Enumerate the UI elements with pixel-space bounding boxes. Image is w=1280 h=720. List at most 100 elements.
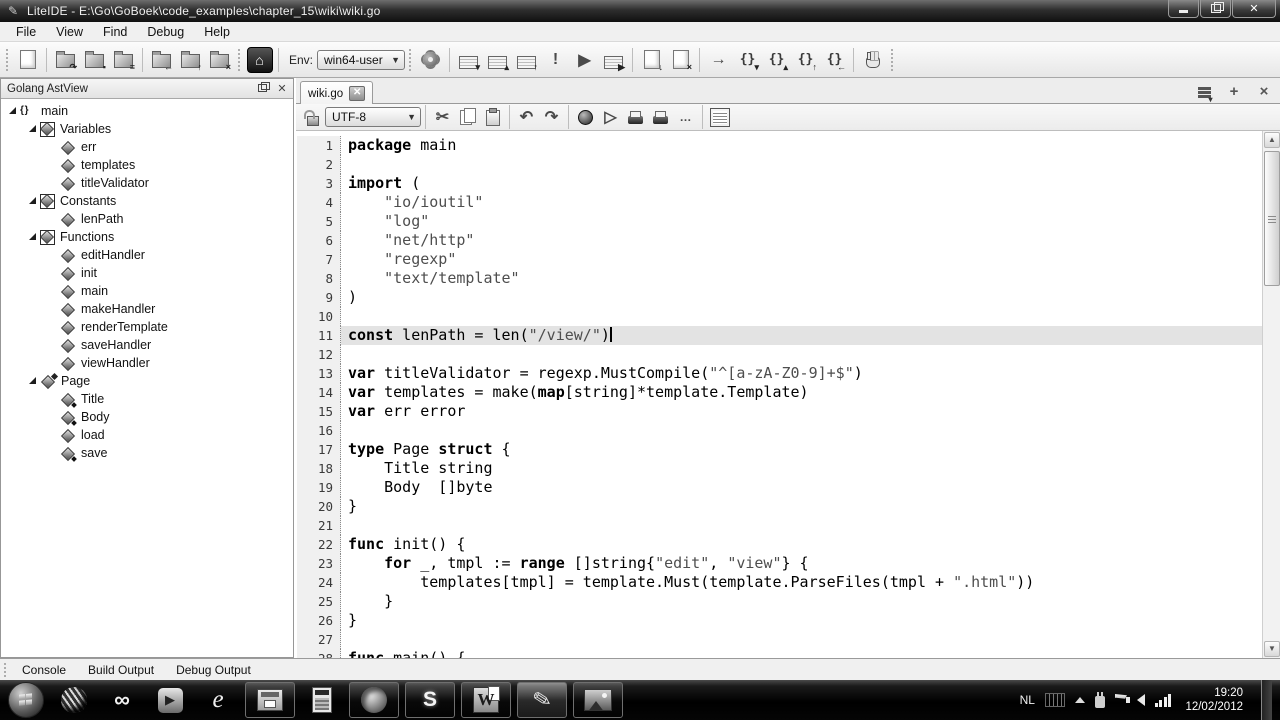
taskbar-button-photoviewer[interactable] — [573, 682, 623, 718]
expand-arrow-icon[interactable] — [27, 231, 39, 243]
restore-button[interactable] — [1200, 0, 1231, 18]
new-file-button[interactable] — [14, 47, 41, 73]
undo-button[interactable]: ↶ — [515, 106, 538, 128]
run-file-button[interactable]: ▶ — [600, 47, 627, 73]
taskbar-button-explorer[interactable] — [245, 682, 295, 718]
code-line-26[interactable]: 26} — [297, 611, 1262, 630]
code-line-14[interactable]: 14var templates = make(map[string]*templ… — [297, 383, 1262, 402]
network-signal-icon[interactable] — [1155, 693, 1172, 707]
astview-item-Title[interactable]: Title — [1, 390, 293, 408]
fold-brace-down-button[interactable]: {}▾ — [734, 47, 761, 73]
code-line-17[interactable]: 17type Page struct { — [297, 440, 1262, 459]
code-line-6[interactable]: 6 "net/http" — [297, 231, 1262, 250]
taskbar-button-infinity[interactable]: ∞ — [101, 682, 143, 718]
save-all-button[interactable]: ≡ — [110, 47, 137, 73]
astview-item-titleValidator[interactable]: titleValidator — [1, 174, 293, 192]
expand-arrow-icon[interactable] — [27, 195, 39, 207]
code-line-23[interactable]: 23 for _, tmpl := range []string{"edit",… — [297, 554, 1262, 573]
minimize-button[interactable] — [1168, 0, 1199, 18]
code-line-19[interactable]: 19 Body []byte — [297, 478, 1262, 497]
menu-find[interactable]: Find — [93, 23, 137, 41]
code-line-24[interactable]: 24 templates[tmpl] = template.Must(templ… — [297, 573, 1262, 592]
taskbar-button-calculator[interactable] — [301, 682, 343, 718]
code-line-12[interactable]: 12 — [297, 345, 1262, 364]
jump-to-declaration-button[interactable]: → — [705, 47, 732, 73]
code-line-20[interactable]: 20} — [297, 497, 1262, 516]
power-icon[interactable] — [1095, 696, 1105, 708]
float-panel-button[interactable] — [254, 81, 270, 95]
astview-item-lenPath[interactable]: lenPath — [1, 210, 293, 228]
cut-button[interactable]: ✂ — [431, 106, 454, 128]
menu-debug[interactable]: Debug — [137, 23, 194, 41]
build-install-button[interactable]: ↑ — [513, 47, 540, 73]
lock-button[interactable] — [301, 106, 324, 128]
show-desktop-button[interactable] — [1261, 680, 1272, 720]
code-line-25[interactable]: 25 } — [297, 592, 1262, 611]
pan-hand-button[interactable] — [859, 47, 886, 73]
code-line-11[interactable]: 11const lenPath = len("/view/") — [297, 326, 1262, 345]
run-button[interactable]: ▶ — [571, 47, 598, 73]
scrollbar-thumb[interactable] — [1264, 151, 1280, 286]
taskbar-button-liteide[interactable]: ✎ — [517, 682, 567, 718]
taskbar-button-ie[interactable]: e — [197, 682, 239, 718]
astview-item-Functions[interactable]: Functions — [1, 228, 293, 246]
home-button[interactable]: ⌂ — [246, 47, 273, 73]
code-line-27[interactable]: 27 — [297, 630, 1262, 649]
code-line-18[interactable]: 18 Title string — [297, 459, 1262, 478]
astview-item-viewHandler[interactable]: viewHandler — [1, 354, 293, 372]
astview-item-main[interactable]: main — [1, 102, 293, 120]
code-line-13[interactable]: 13var titleValidator = regexp.MustCompil… — [297, 364, 1262, 383]
goto-brace-button[interactable]: {}← — [821, 47, 848, 73]
print-button[interactable] — [624, 106, 647, 128]
title-bar[interactable]: ✎ LiteIDE - E:\Go\GoBoek\code_examples\c… — [0, 0, 1280, 22]
close-button[interactable]: ✕ — [1232, 0, 1276, 18]
build-error-button[interactable]: ! — [542, 47, 569, 73]
astview-item-editHandler[interactable]: editHandler — [1, 246, 293, 264]
expand-arrow-icon[interactable] — [27, 375, 39, 387]
unfold-brace-button[interactable]: {}↑ — [792, 47, 819, 73]
code-line-9[interactable]: 9) — [297, 288, 1262, 307]
code-line-4[interactable]: 4 "io/ioutil" — [297, 193, 1262, 212]
code-line-22[interactable]: 22func init() { — [297, 535, 1262, 554]
build-edit-button[interactable]: ▴ — [484, 47, 511, 73]
toolbar-drag-handle[interactable] — [5, 48, 10, 72]
output-bar-handle[interactable] — [3, 662, 8, 678]
build-get-button[interactable]: ▾ — [455, 47, 482, 73]
menu-help[interactable]: Help — [194, 23, 240, 41]
code-line-7[interactable]: 7 "regexp" — [297, 250, 1262, 269]
astview-item-makeHandler[interactable]: makeHandler — [1, 300, 293, 318]
code-line-3[interactable]: 3import ( — [297, 174, 1262, 193]
print-preview-button[interactable] — [649, 106, 672, 128]
show-hidden-icons-icon[interactable] — [1075, 697, 1085, 703]
astview-item-load[interactable]: load — [1, 426, 293, 444]
astview-item-templates[interactable]: templates — [1, 156, 293, 174]
astview-item-Constants[interactable]: Constants — [1, 192, 293, 210]
scroll-up-icon[interactable]: ▲ — [1264, 132, 1280, 148]
astview-item-saveHandler[interactable]: saveHandler — [1, 336, 293, 354]
volume-icon[interactable] — [1137, 694, 1145, 706]
code-editor[interactable]: 1package main23import (4 "io/ioutil"5 "l… — [297, 131, 1262, 658]
record-macro-button[interactable] — [574, 106, 597, 128]
taskbar-button-firefox[interactable] — [349, 682, 399, 718]
tab-wiki-go[interactable]: wiki.go ✕ — [300, 81, 373, 106]
code-line-15[interactable]: 15var err error — [297, 402, 1262, 421]
toolbar-drag-handle[interactable] — [237, 48, 242, 72]
open-file-button[interactable]: ↷ — [52, 47, 79, 73]
new-tab-button[interactable]: + — [1222, 81, 1246, 101]
encoding-select[interactable]: UTF-8▼ — [325, 107, 421, 127]
astview-item-Variables[interactable]: Variables — [1, 120, 293, 138]
code-line-8[interactable]: 8 "text/template" — [297, 269, 1262, 288]
code-line-16[interactable]: 16 — [297, 421, 1262, 440]
export-html-button[interactable]: ▷ — [599, 106, 622, 128]
options-gear-button[interactable] — [417, 47, 444, 73]
editor-scrollbar[interactable]: ▲ ▼ — [1262, 131, 1280, 658]
more-options-button[interactable]: … — [674, 106, 697, 128]
astview-item-Body[interactable]: Body — [1, 408, 293, 426]
revert-file-button[interactable]: ← — [148, 47, 175, 73]
paste-button[interactable] — [481, 106, 504, 128]
output-tab-build-output[interactable]: Build Output — [77, 661, 165, 679]
expand-arrow-icon[interactable] — [7, 105, 19, 117]
language-indicator[interactable]: NL — [1020, 693, 1035, 707]
tab-list-button[interactable] — [1192, 81, 1216, 101]
reload-file-button[interactable]: ↑ — [177, 47, 204, 73]
